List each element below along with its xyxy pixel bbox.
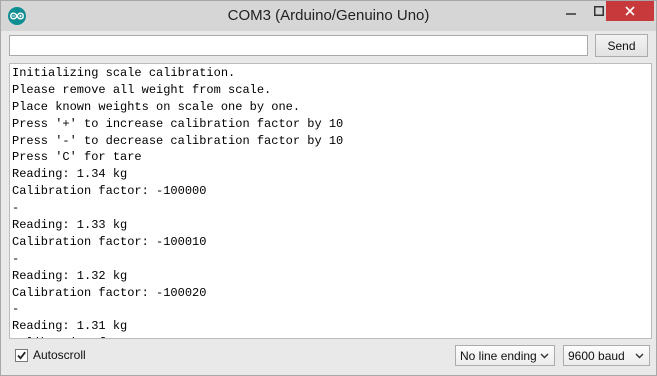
close-icon[interactable] <box>606 1 654 21</box>
serial-input-field[interactable] <box>9 35 588 56</box>
output-line: Press '+' to increase calibration factor… <box>12 116 344 131</box>
chevron-down-icon <box>540 353 549 359</box>
output-line: Calibration factor: -100010 <box>12 234 207 249</box>
output-line: Initializing scale calibration. <box>12 66 236 80</box>
output-line: - <box>12 302 20 317</box>
autoscroll-label: Autoscroll <box>33 348 86 362</box>
title-bar[interactable]: COM3 (Arduino/Genuino Uno) <box>1 1 656 31</box>
output-line: Please remove all weight from scale. <box>12 82 272 97</box>
autoscroll-toggle[interactable]: Autoscroll <box>15 348 86 362</box>
status-bar: Autoscroll No line ending 9600 baud <box>1 340 656 375</box>
output-line: Calibration factor: -100030 <box>12 335 651 338</box>
output-line: Press '-' to decrease calibration factor… <box>12 133 344 148</box>
checkmark-icon <box>17 351 26 360</box>
output-line: Calibration factor: -100000 <box>12 184 207 199</box>
minimize-icon[interactable] <box>558 1 584 21</box>
send-toolbar: Send <box>1 31 656 61</box>
serial-monitor-window: COM3 (Arduino/Genuino Uno) Send Initiali… <box>0 0 657 376</box>
output-line: Reading: 1.34 kg <box>12 167 128 182</box>
output-line: Place known weights on scale one by one. <box>12 99 301 114</box>
baud-rate-select[interactable]: 9600 baud <box>563 345 650 366</box>
output-line: - <box>12 201 20 216</box>
output-line: Press 'C' for tare <box>12 150 142 165</box>
output-line: Calibration factor: -100020 <box>12 285 207 300</box>
output-line: Reading: 1.33 kg <box>12 218 128 233</box>
baud-rate-value: 9600 baud <box>568 348 625 363</box>
line-ending-select[interactable]: No line ending <box>455 345 555 366</box>
autoscroll-checkbox[interactable] <box>15 348 28 362</box>
chevron-down-icon <box>635 353 644 359</box>
send-button[interactable]: Send <box>595 34 648 57</box>
output-lines: Initializing scale calibration. Please re… <box>10 64 651 338</box>
output-line: - <box>12 251 20 266</box>
serial-output-panel[interactable]: Initializing scale calibration. Please re… <box>9 63 652 339</box>
line-ending-value: No line ending <box>460 348 537 363</box>
output-line: Reading: 1.31 kg <box>12 319 128 334</box>
output-line: Reading: 1.32 kg <box>12 268 128 283</box>
